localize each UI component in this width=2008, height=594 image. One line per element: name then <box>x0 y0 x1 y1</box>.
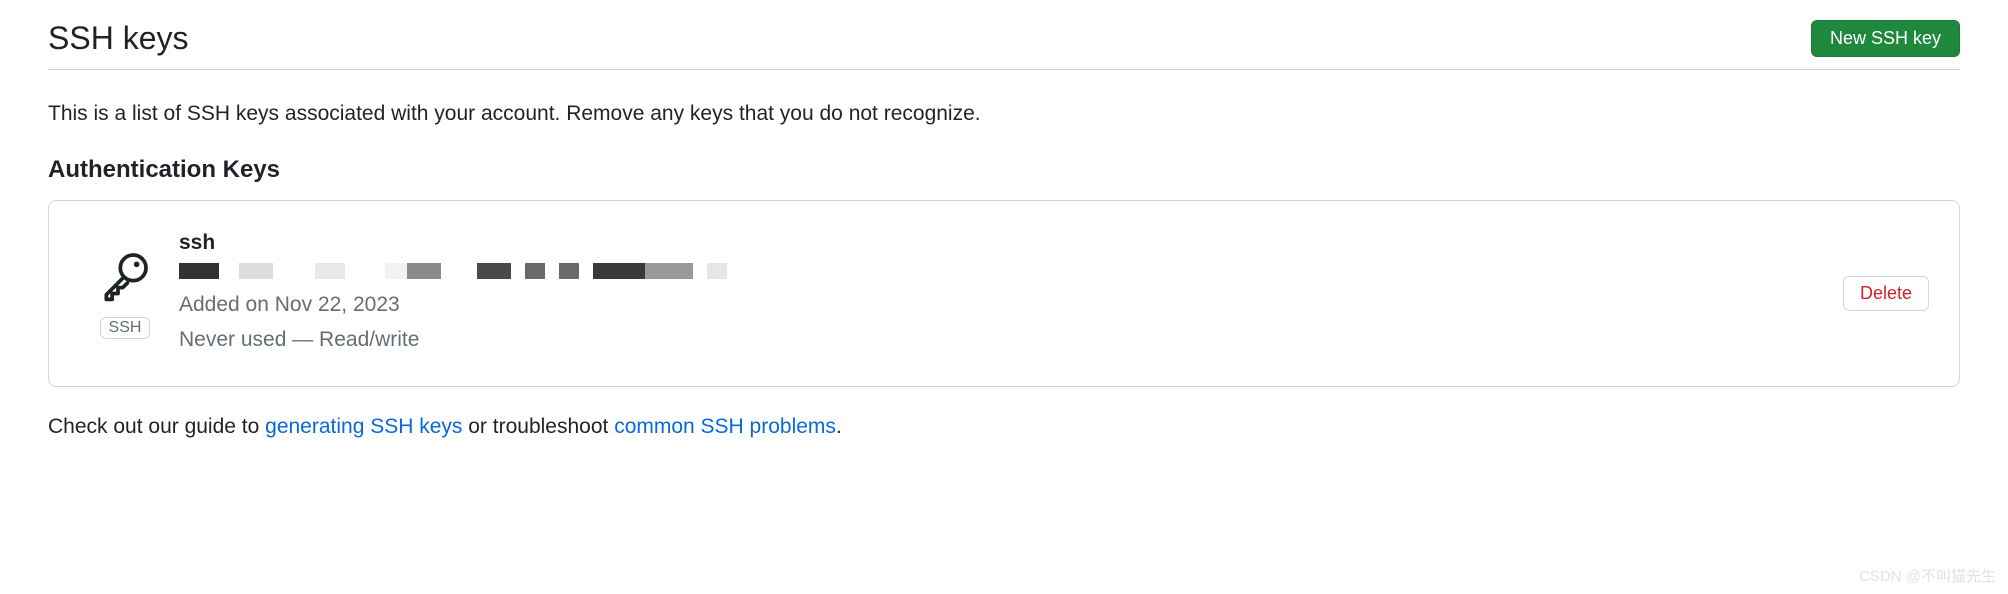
key-fingerprint <box>179 263 1843 279</box>
fingerprint-block <box>407 263 441 279</box>
fingerprint-block <box>345 263 385 279</box>
key-usage: Never used — Read/write <box>179 324 1843 356</box>
ssh-key-card: SSH ssh Added on Nov 22, 2023 Never used… <box>48 200 1960 387</box>
footer-suffix: . <box>836 415 842 438</box>
key-info: ssh Added on Nov 22, 2023 Never used — R… <box>179 231 1843 356</box>
footer-note: Check out our guide to generating SSH ke… <box>48 415 1960 439</box>
fingerprint-block <box>315 263 345 279</box>
fingerprint-block <box>593 263 645 279</box>
fingerprint-block <box>545 263 559 279</box>
watermark: CSDN @不叫猫先生 <box>1859 565 1996 586</box>
fingerprint-block <box>579 263 593 279</box>
fingerprint-block <box>645 263 693 279</box>
key-added-date: Added on Nov 22, 2023 <box>179 289 1843 321</box>
page-description: This is a list of SSH keys associated wi… <box>48 98 1960 130</box>
fingerprint-block <box>707 263 727 279</box>
fingerprint-block <box>511 263 525 279</box>
fingerprint-block <box>179 263 219 279</box>
fingerprint-block <box>559 263 579 279</box>
fingerprint-block <box>273 263 315 279</box>
common-ssh-problems-link[interactable]: common SSH problems <box>614 415 836 438</box>
footer-prefix: Check out our guide to <box>48 415 265 438</box>
key-type-badge: SSH <box>100 317 151 339</box>
generating-ssh-keys-link[interactable]: generating SSH keys <box>265 415 462 438</box>
delete-key-button[interactable]: Delete <box>1843 276 1929 311</box>
fingerprint-block <box>219 263 239 279</box>
section-heading-auth-keys: Authentication Keys <box>48 156 1960 184</box>
fingerprint-block <box>239 263 273 279</box>
fingerprint-block <box>441 263 477 279</box>
fingerprint-block <box>525 263 545 279</box>
key-icon <box>97 248 153 309</box>
fingerprint-block <box>693 263 707 279</box>
key-icon-column: SSH <box>97 248 153 339</box>
key-name: ssh <box>179 231 1843 255</box>
page-header: SSH keys New SSH key <box>48 20 1960 70</box>
page-title: SSH keys <box>48 20 188 57</box>
footer-mid: or troubleshoot <box>462 415 614 438</box>
fingerprint-block <box>477 263 511 279</box>
fingerprint-block <box>385 263 407 279</box>
new-ssh-key-button[interactable]: New SSH key <box>1811 20 1960 57</box>
